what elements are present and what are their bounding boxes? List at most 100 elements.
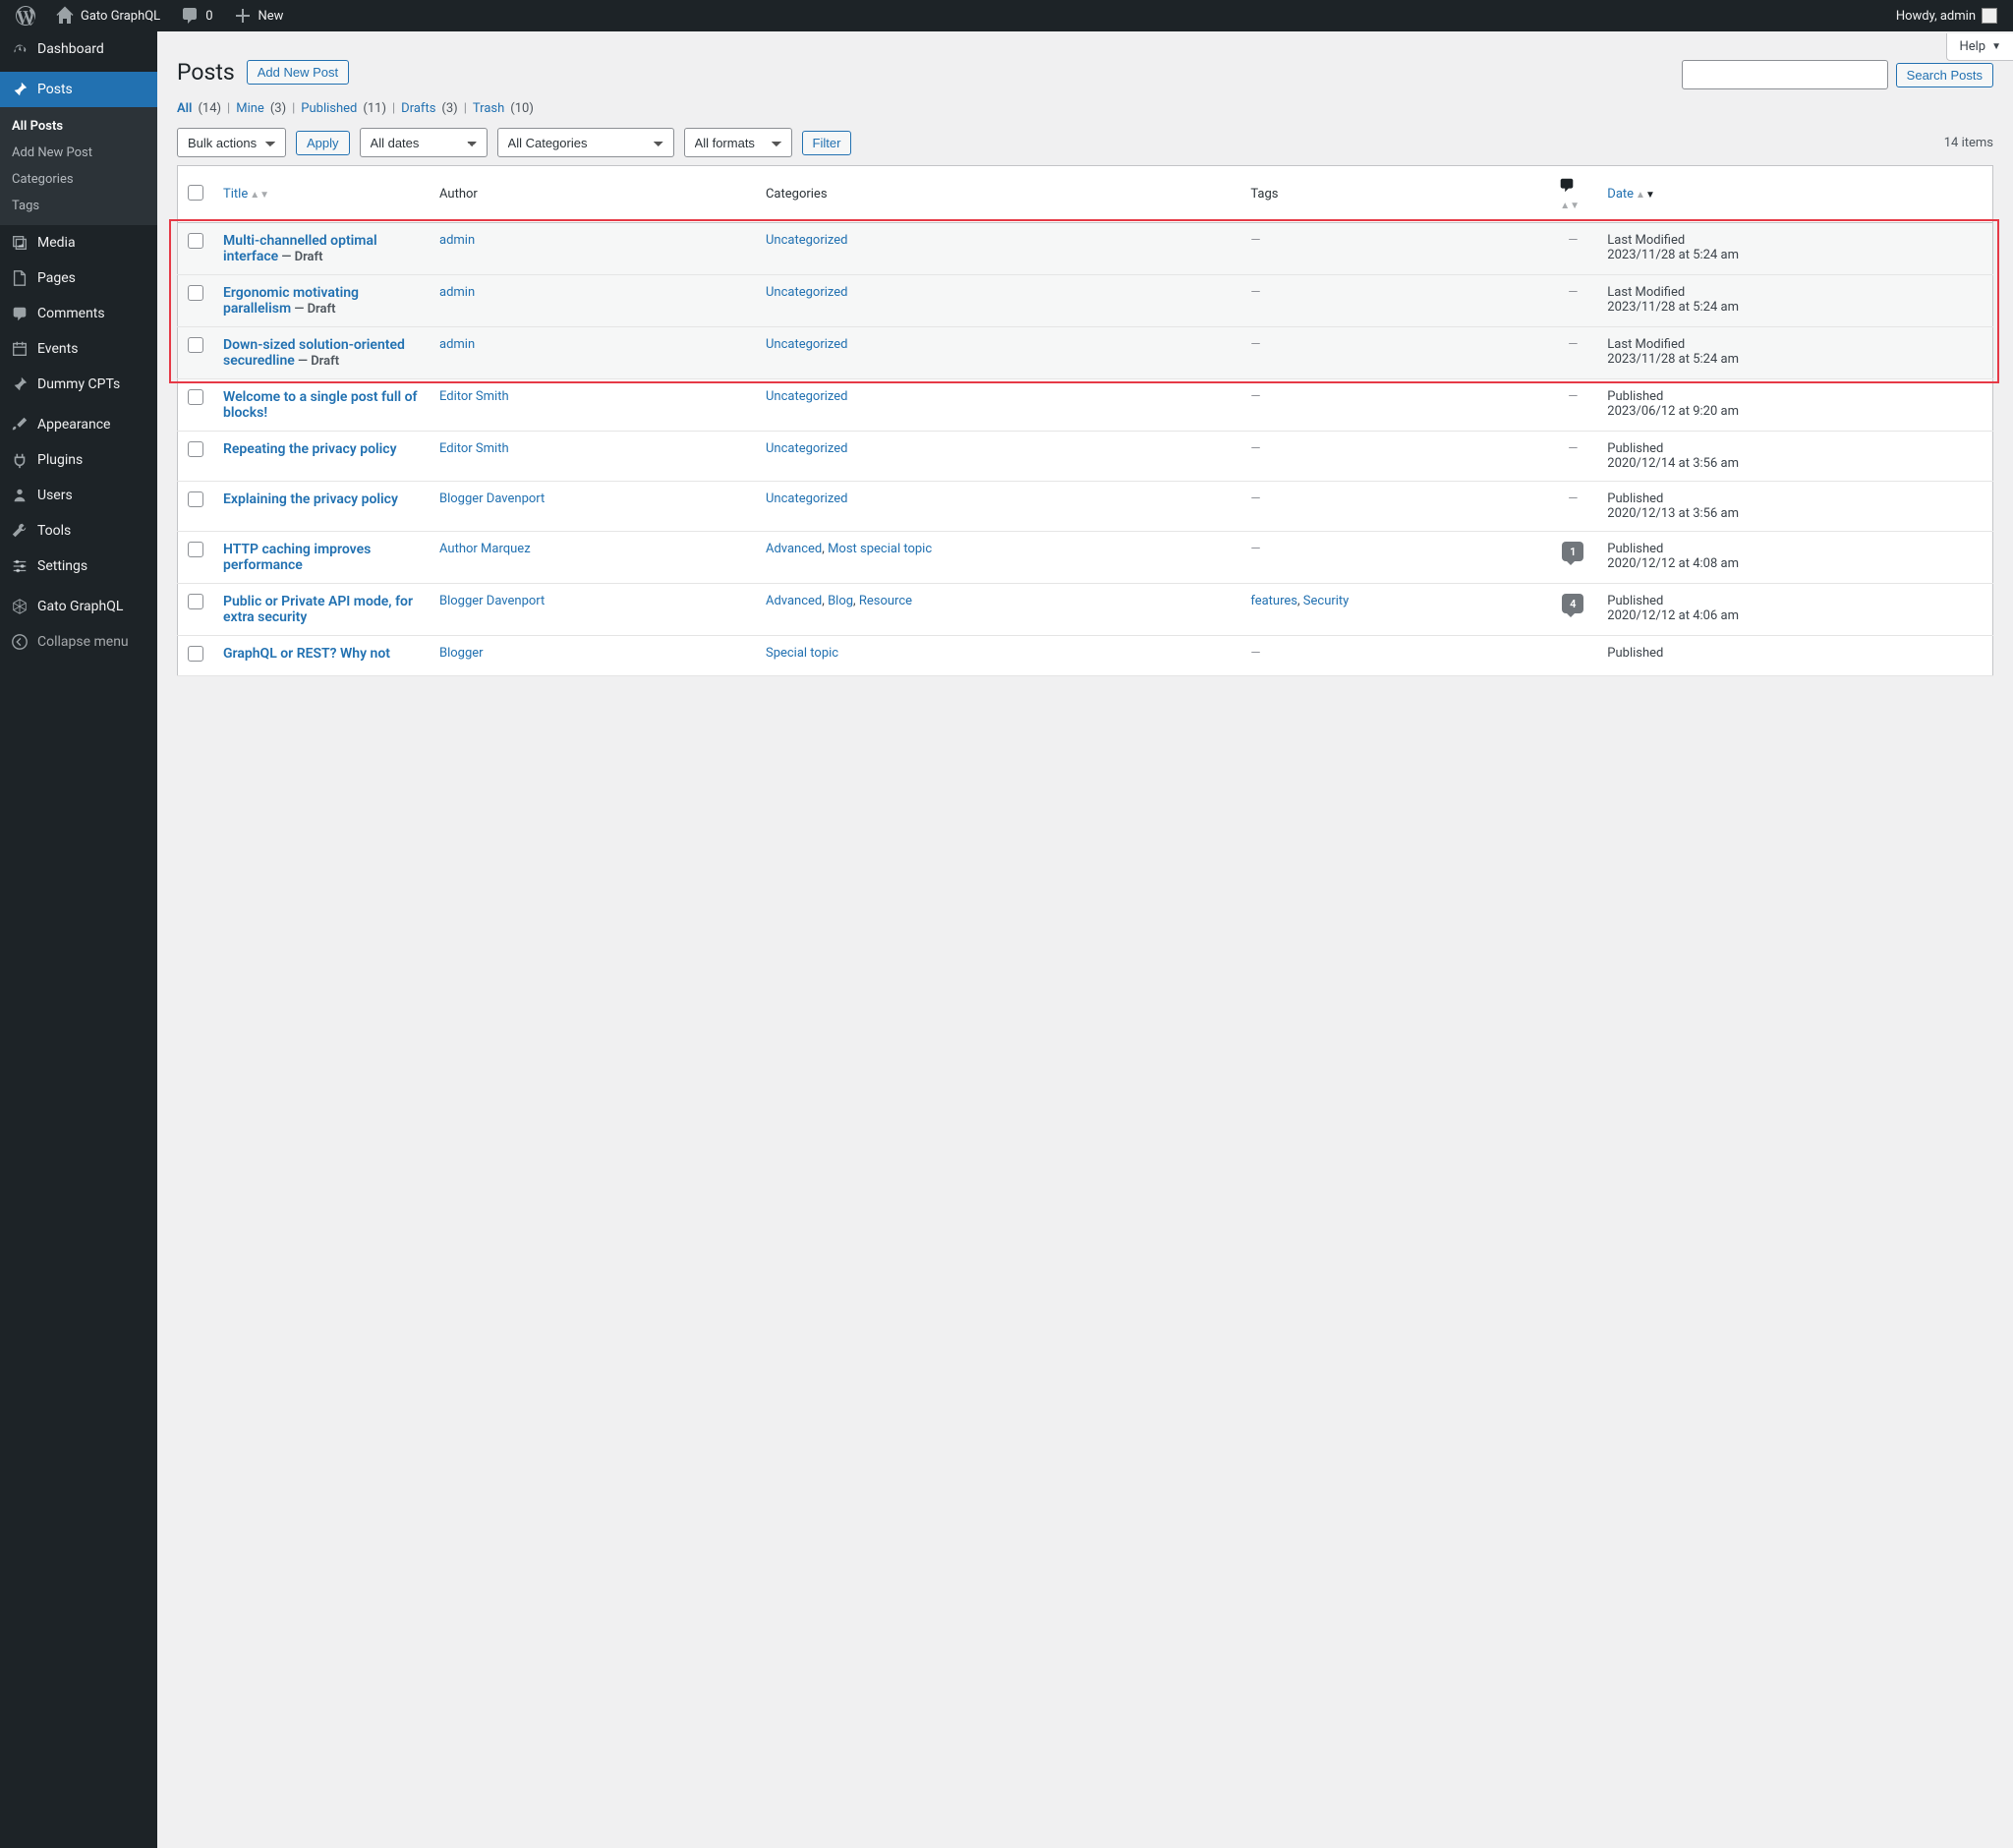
site-home[interactable]: Gato GraphQL	[47, 0, 168, 31]
chevron-down-icon: ▼	[1991, 41, 2001, 52]
filter-button[interactable]: Filter	[802, 131, 852, 155]
user-icon	[10, 486, 29, 505]
author-link[interactable]: Editor Smith	[439, 441, 509, 456]
row-checkbox[interactable]	[188, 441, 203, 457]
comments-bubble[interactable]: 0	[172, 0, 220, 31]
table-row: Welcome to a single post full of blocks!…	[178, 379, 1993, 432]
plug-icon	[10, 450, 29, 470]
view-published[interactable]: Published	[301, 101, 357, 116]
view-all[interactable]: All	[177, 101, 192, 116]
search-input[interactable]	[1682, 60, 1888, 89]
category-link[interactable]: Resource	[859, 594, 912, 608]
category-link[interactable]: Advanced	[766, 542, 822, 556]
table-row: Repeating the privacy policy Editor Smith…	[178, 432, 1993, 482]
author-link[interactable]: admin	[439, 285, 475, 300]
table-row: HTTP caching improves performance Author …	[178, 532, 1993, 584]
view-drafts[interactable]: Drafts	[401, 101, 435, 116]
category-link[interactable]: Blog	[828, 594, 853, 608]
table-row: GraphQL or REST? Why not Blogger Special t…	[178, 636, 1993, 676]
menu-comments[interactable]: Comments	[0, 296, 157, 331]
author-link[interactable]: admin	[439, 337, 475, 352]
new-content[interactable]: New	[225, 0, 292, 31]
col-categories-header[interactable]: Categories	[756, 166, 1240, 223]
select-all-checkbox[interactable]	[188, 185, 203, 201]
view-mine[interactable]: Mine	[236, 101, 264, 116]
category-link[interactable]: Uncategorized	[766, 337, 847, 352]
author-link[interactable]: Blogger Davenport	[439, 491, 545, 506]
plus-icon	[233, 6, 253, 26]
category-link[interactable]: Most special topic	[828, 542, 932, 556]
help-tab[interactable]: Help ▼	[1946, 33, 2013, 61]
author-link[interactable]: Blogger	[439, 646, 484, 661]
category-link[interactable]: Uncategorized	[766, 441, 847, 456]
col-author-header[interactable]: Author	[430, 166, 756, 223]
menu-pages[interactable]: Pages	[0, 260, 157, 296]
comment-count-bubble[interactable]: 4	[1562, 594, 1583, 613]
author-link[interactable]: admin	[439, 233, 475, 248]
submenu-tags[interactable]: Tags	[0, 193, 157, 219]
row-checkbox[interactable]	[188, 542, 203, 557]
wp-logo[interactable]	[8, 0, 43, 31]
bulk-actions-select[interactable]: Bulk actions	[177, 128, 286, 157]
menu-media[interactable]: Media	[0, 225, 157, 260]
dashboard-icon	[10, 39, 29, 59]
date-filter-select[interactable]: All dates	[360, 128, 488, 157]
category-filter-select[interactable]: All Categories	[497, 128, 674, 157]
menu-tools[interactable]: Tools	[0, 513, 157, 549]
page-title: Posts	[177, 59, 235, 86]
menu-events[interactable]: Events	[0, 331, 157, 367]
collapse-icon	[10, 632, 29, 652]
row-checkbox[interactable]	[188, 233, 203, 249]
menu-dummy[interactable]: Dummy CPTs	[0, 367, 157, 402]
post-title-link[interactable]: Public or Private API mode, for extra se…	[223, 594, 413, 625]
format-filter-select[interactable]: All formats	[684, 128, 792, 157]
category-link[interactable]: Uncategorized	[766, 285, 847, 300]
post-title-link[interactable]: Repeating the privacy policy	[223, 441, 397, 457]
tag-link[interactable]: Security	[1303, 594, 1350, 608]
col-comments-header[interactable]: ▲▼	[1548, 166, 1597, 223]
admin-sidebar: Dashboard Posts All Posts Add New Post C…	[0, 31, 157, 1848]
category-link[interactable]: Uncategorized	[766, 491, 847, 506]
view-trash[interactable]: Trash	[473, 101, 504, 116]
apply-button[interactable]: Apply	[296, 131, 350, 155]
col-title-header[interactable]: Title▲▼	[213, 166, 430, 223]
post-title-link[interactable]: HTTP caching improves performance	[223, 542, 371, 573]
row-checkbox[interactable]	[188, 646, 203, 662]
post-title-link[interactable]: GraphQL or REST? Why not	[223, 646, 390, 662]
post-title-link[interactable]: Welcome to a single post full of blocks!	[223, 389, 417, 421]
author-link[interactable]: Blogger Davenport	[439, 594, 545, 608]
row-checkbox[interactable]	[188, 491, 203, 507]
submenu-categories[interactable]: Categories	[0, 166, 157, 193]
col-date-header[interactable]: Date▲▼	[1597, 166, 1992, 223]
col-tags-header[interactable]: Tags	[1240, 166, 1548, 223]
account-menu[interactable]: Howdy, admin	[1896, 8, 2005, 24]
category-link[interactable]: Uncategorized	[766, 389, 847, 404]
comment-count-bubble[interactable]: 1	[1562, 542, 1583, 561]
menu-gato[interactable]: Gato GraphQL	[0, 589, 157, 624]
row-checkbox[interactable]	[188, 285, 203, 301]
admin-bar: Gato GraphQL 0 New Howdy, admin	[0, 0, 2013, 31]
submenu-all-posts[interactable]: All Posts	[0, 113, 157, 140]
menu-collapse[interactable]: Collapse menu	[0, 624, 157, 660]
menu-settings[interactable]: Settings	[0, 549, 157, 584]
comment-icon	[180, 6, 200, 26]
author-link[interactable]: Editor Smith	[439, 389, 509, 404]
menu-appearance[interactable]: Appearance	[0, 407, 157, 442]
category-link[interactable]: Uncategorized	[766, 233, 847, 248]
menu-dashboard[interactable]: Dashboard	[0, 31, 157, 67]
row-checkbox[interactable]	[188, 337, 203, 353]
menu-plugins[interactable]: Plugins	[0, 442, 157, 478]
submenu-add-new[interactable]: Add New Post	[0, 140, 157, 166]
row-checkbox[interactable]	[188, 389, 203, 405]
search-button[interactable]: Search Posts	[1896, 63, 1993, 87]
category-link[interactable]: Special topic	[766, 646, 838, 661]
author-link[interactable]: Author Marquez	[439, 542, 531, 556]
row-checkbox[interactable]	[188, 594, 203, 609]
post-title-link[interactable]: Explaining the privacy policy	[223, 491, 398, 507]
date-cell: Published 2020/12/12 at 4:08 am	[1597, 532, 1992, 584]
tag-link[interactable]: features	[1250, 594, 1297, 608]
category-link[interactable]: Advanced	[766, 594, 822, 608]
menu-posts[interactable]: Posts	[0, 72, 157, 107]
menu-users[interactable]: Users	[0, 478, 157, 513]
add-new-post-button[interactable]: Add New Post	[247, 60, 349, 85]
